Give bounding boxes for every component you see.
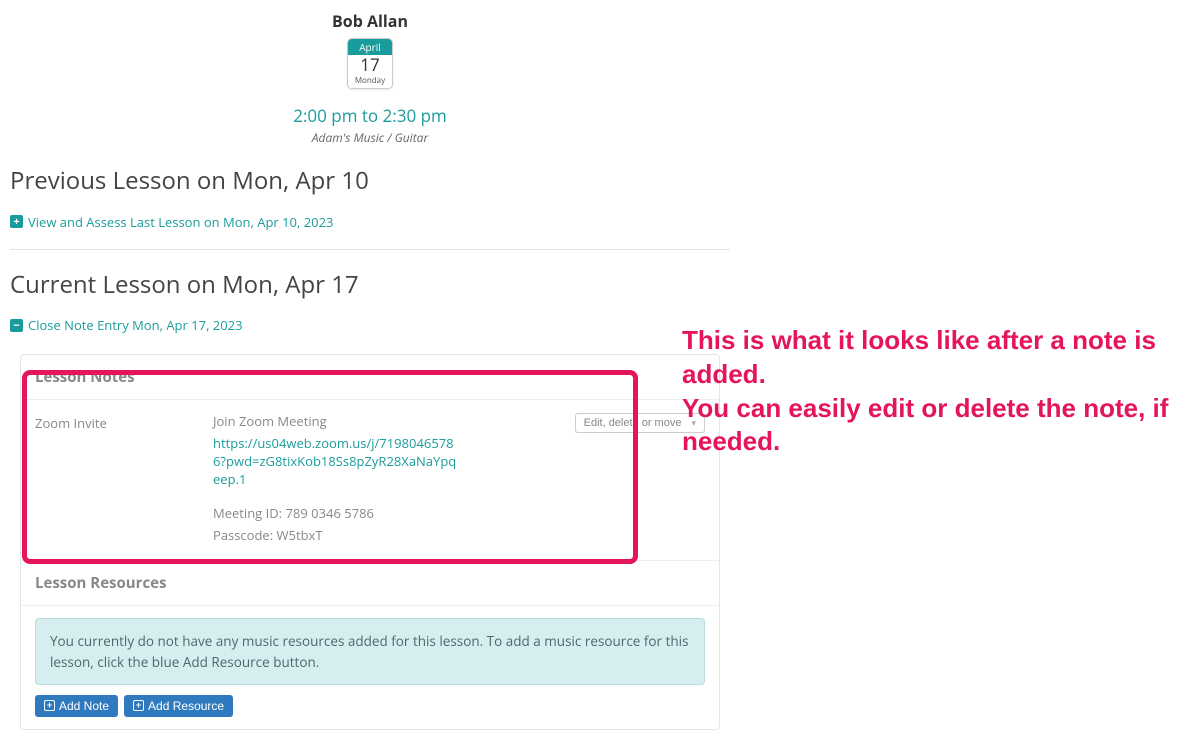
student-name: Bob Allan <box>10 10 730 32</box>
calendar-icon: April 17 Monday <box>347 38 393 89</box>
annotation-callout: This is what it looks like after a note … <box>682 324 1172 459</box>
annotation-line-1: This is what it looks like after a note … <box>682 324 1172 392</box>
lesson-header: Bob Allan April 17 Monday 2:00 pm to 2:3… <box>10 10 730 146</box>
add-note-label: Add Note <box>59 699 109 713</box>
calendar-day: 17 <box>348 55 392 75</box>
calendar-weekday: Monday <box>348 75 392 88</box>
add-resource-label: Add Resource <box>148 699 224 713</box>
close-note-entry-link[interactable]: − Close Note Entry Mon, Apr 17, 2023 <box>10 316 243 334</box>
close-note-entry-label: Close Note Entry Mon, Apr 17, 2023 <box>28 316 243 334</box>
lesson-time: 2:00 pm to 2:30 pm <box>10 104 730 127</box>
add-resource-button[interactable]: + Add Resource <box>124 695 233 717</box>
current-lesson-heading: Current Lesson on Mon, Apr 17 <box>10 268 730 301</box>
divider <box>10 249 730 250</box>
annotation-highlight-box <box>22 370 638 564</box>
plus-square-icon: + <box>10 215 23 228</box>
previous-lesson-heading: Previous Lesson on Mon, Apr 10 <box>10 164 730 197</box>
lesson-resources-heading: Lesson Resources <box>21 560 719 606</box>
lesson-location: Adam's Music / Guitar <box>10 129 730 146</box>
resources-empty-alert: You currently do not have any music reso… <box>35 618 705 685</box>
view-assess-link[interactable]: + View and Assess Last Lesson on Mon, Ap… <box>10 213 333 231</box>
plus-icon: + <box>44 700 55 711</box>
add-note-button[interactable]: + Add Note <box>35 695 118 717</box>
plus-icon: + <box>133 700 144 711</box>
view-assess-link-label: View and Assess Last Lesson on Mon, Apr … <box>28 213 333 231</box>
minus-square-icon: − <box>10 319 23 332</box>
annotation-line-2: You can easily edit or delete the note, … <box>682 392 1172 460</box>
